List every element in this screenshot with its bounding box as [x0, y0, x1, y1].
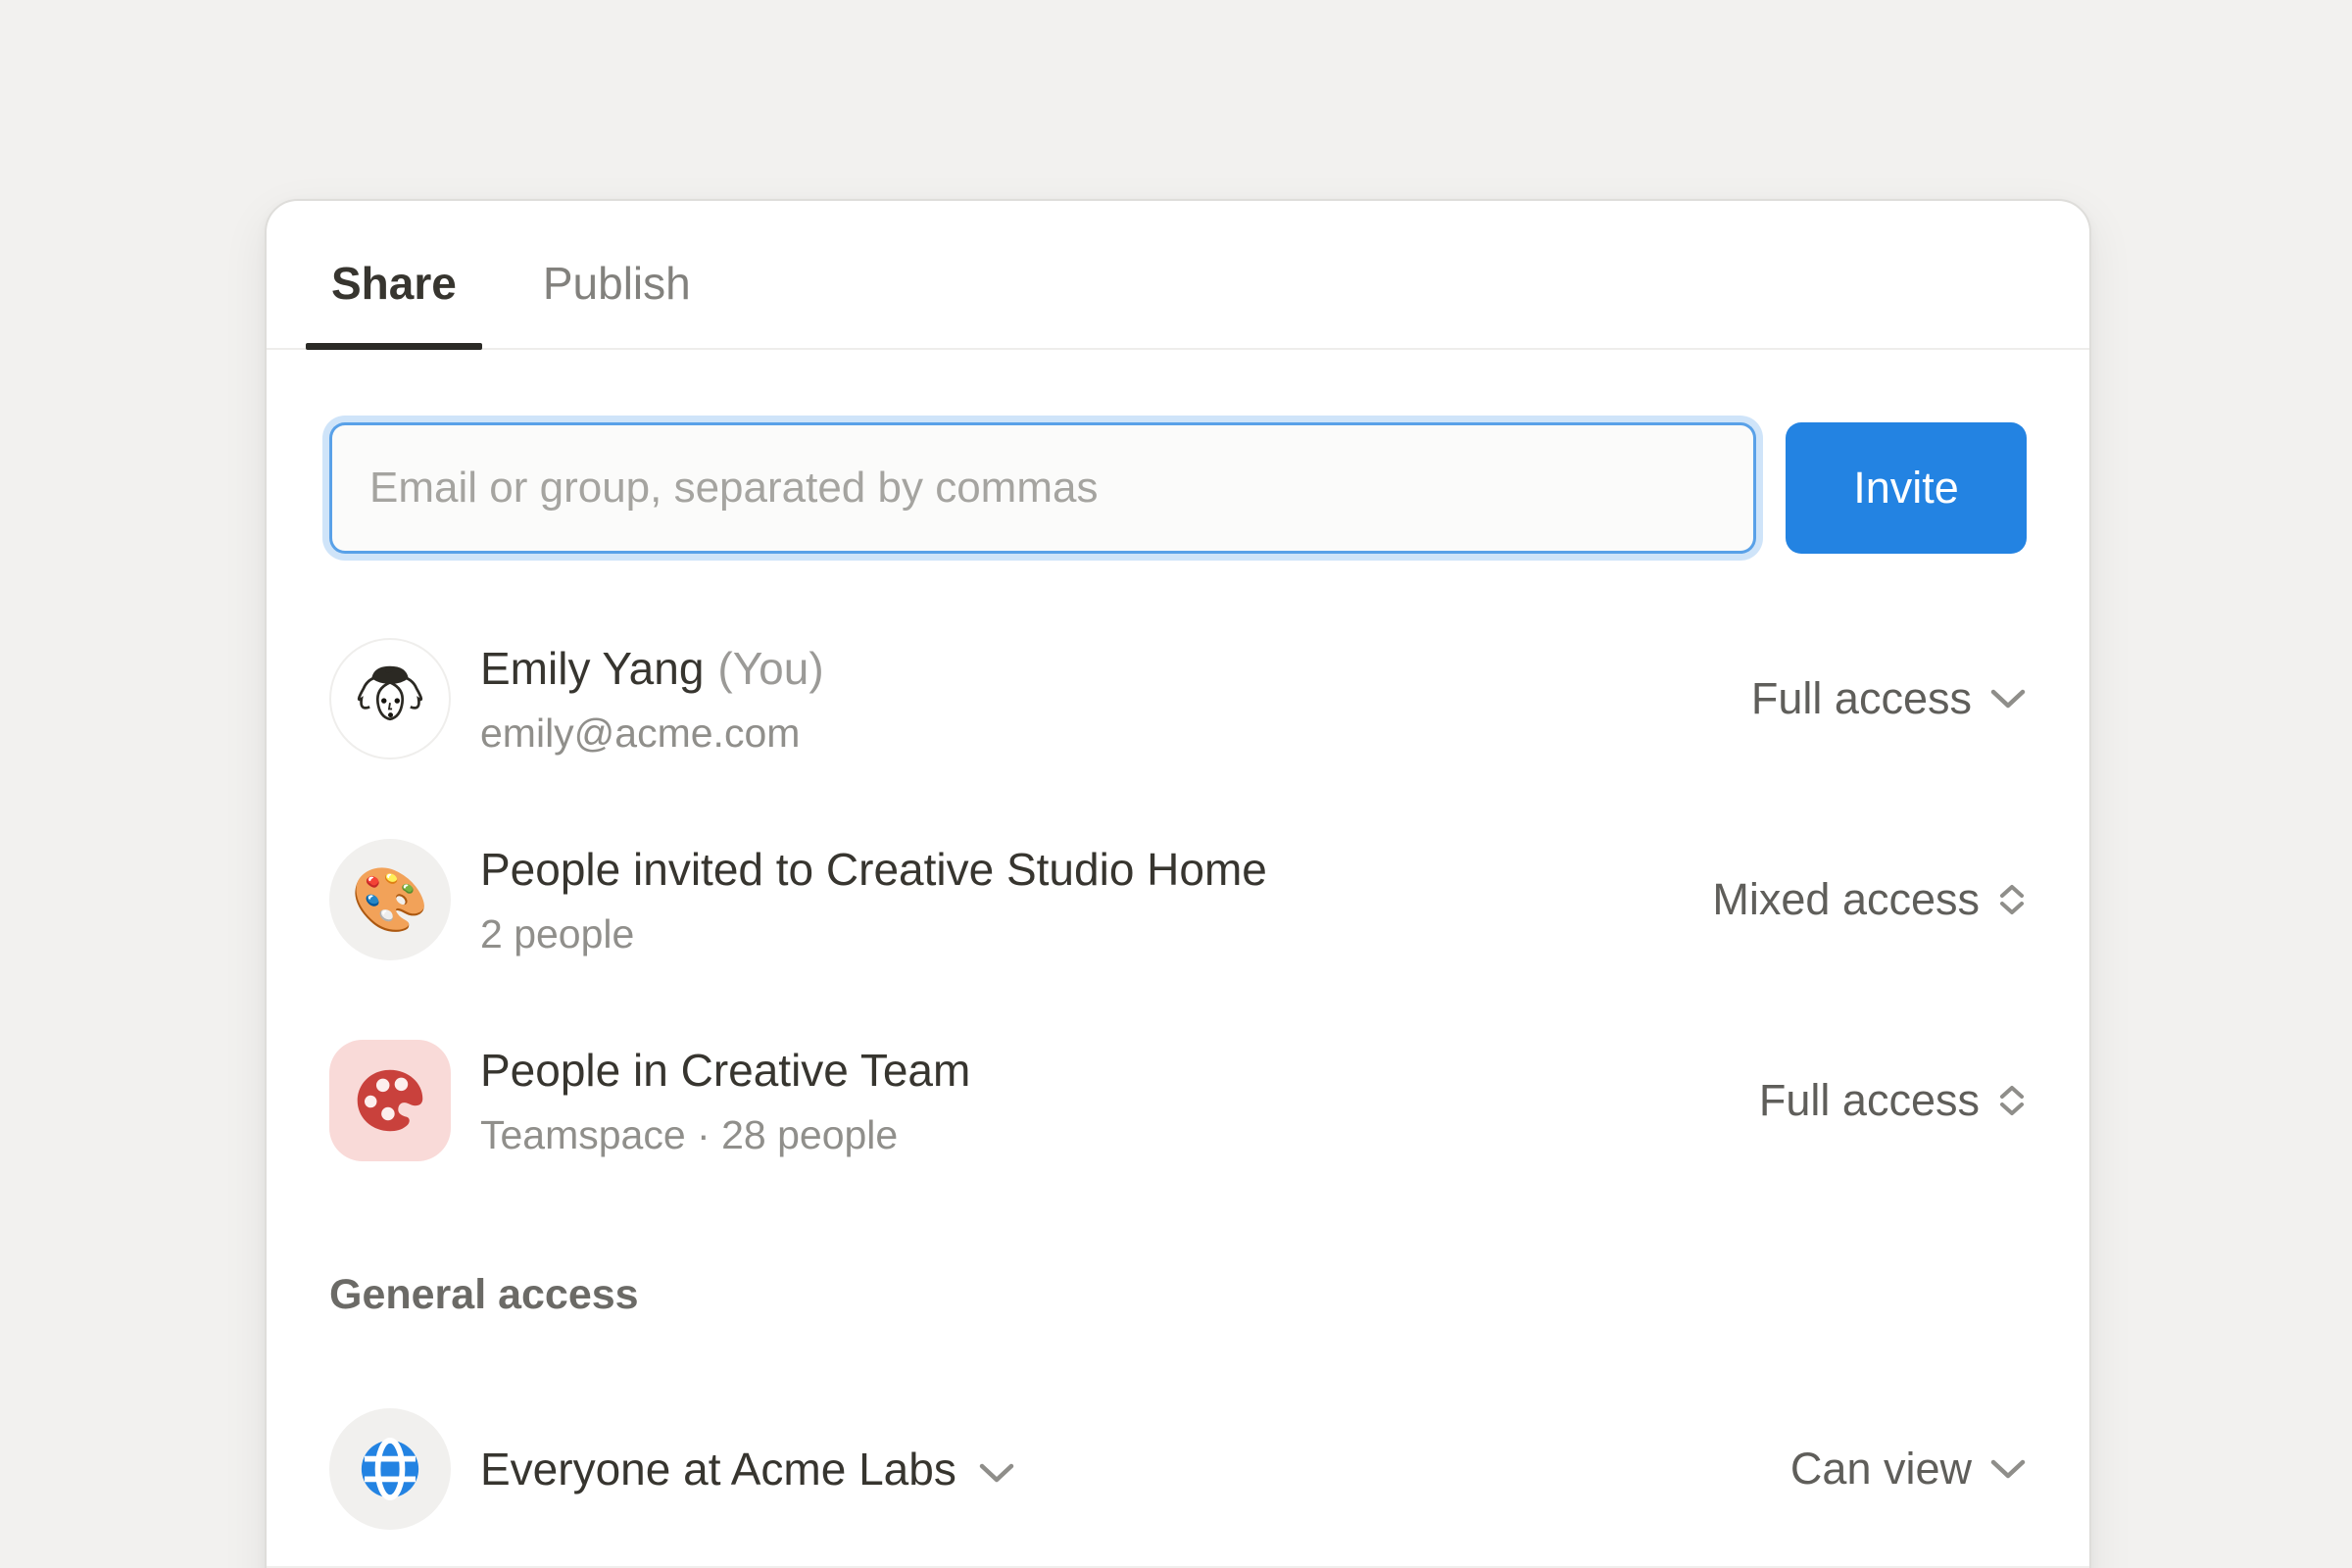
share-dialog: Share Publish Invite	[265, 199, 2091, 1568]
invite-button[interactable]: Invite	[1786, 422, 2027, 554]
chevron-down-icon	[978, 1461, 1015, 1485]
person-avatar	[329, 638, 451, 760]
member-email: emily@acme.com	[480, 709, 824, 758]
teamspace-name: People in Creative Team	[480, 1042, 970, 1099]
tab-publish[interactable]: Publish	[517, 256, 716, 348]
you-label: (You)	[717, 640, 823, 697]
chevron-down-icon	[1989, 1457, 2027, 1481]
access-dropdown-creative-team[interactable]: Full access	[1759, 1075, 2027, 1126]
access-dropdown-general[interactable]: Can view	[1790, 1444, 2027, 1494]
dialog-tab-bar: Share Publish	[267, 201, 2089, 350]
general-access-heading: General access	[267, 1271, 2089, 1319]
access-dropdown-emily[interactable]: Full access	[1751, 673, 2027, 724]
chevron-updown-icon	[1997, 883, 2027, 916]
teamspace-avatar	[329, 1040, 451, 1161]
teamspace-count: Teamspace · 28 people	[480, 1110, 970, 1159]
member-row-creative-team: People in Creative Team Teamspace · 28 p…	[267, 1000, 2089, 1200]
group-avatar: 🎨	[329, 839, 451, 960]
workspace-avatar	[329, 1408, 451, 1530]
workspace-scope-dropdown[interactable]: Everyone at Acme Labs	[480, 1441, 1015, 1497]
group-count: 2 people	[480, 909, 1267, 958]
workspace-text: Everyone at Acme Labs	[480, 1441, 1015, 1497]
invite-row: Invite	[267, 422, 2089, 554]
red-palette-icon	[339, 1050, 441, 1152]
globe-icon	[339, 1418, 441, 1520]
palette-emoji-icon: 🎨	[351, 868, 429, 931]
chevron-updown-icon	[1997, 1084, 2027, 1117]
member-text: Emily Yang (You) emily@acme.com	[480, 640, 824, 758]
member-text: People in Creative Team Teamspace · 28 p…	[480, 1042, 970, 1159]
chevron-down-icon	[1989, 687, 2027, 710]
member-text: People invited to Creative Studio Home 2…	[480, 841, 1267, 958]
member-row-emily-yang: Emily Yang (You) emily@acme.com Full acc…	[267, 598, 2089, 799]
access-dropdown-invited-group[interactable]: Mixed access	[1712, 874, 2027, 925]
member-row-invited-group: 🎨 People invited to Creative Studio Home…	[267, 799, 2089, 1000]
tab-share[interactable]: Share	[306, 256, 482, 348]
general-access-row: Everyone at Acme Labs Can view	[267, 1368, 2089, 1568]
person-doodle-icon	[339, 648, 441, 750]
group-name: People invited to Creative Studio Home	[480, 841, 1267, 898]
member-name: Emily Yang (You)	[480, 640, 824, 697]
members-list: Emily Yang (You) emily@acme.com Full acc…	[267, 598, 2089, 1200]
invite-email-input[interactable]	[329, 422, 1756, 554]
